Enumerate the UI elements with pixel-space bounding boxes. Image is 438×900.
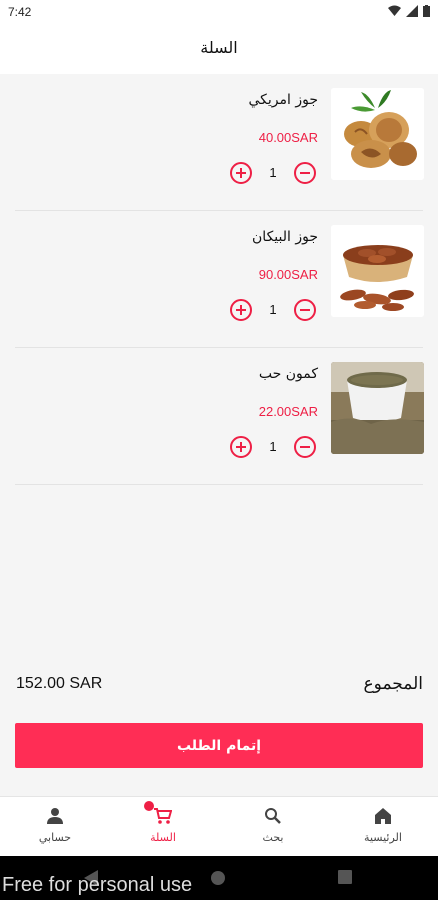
bottom-navigation: حسابي السلة بحث الرئيسية bbox=[0, 796, 438, 856]
status-icons bbox=[388, 5, 430, 17]
watermark-text: Free for personal use bbox=[2, 874, 193, 896]
increase-quantity-button[interactable] bbox=[230, 299, 252, 321]
walnuts-image bbox=[331, 88, 424, 180]
nav-label: بحث bbox=[262, 831, 284, 844]
nav-label: السلة bbox=[150, 831, 176, 844]
cart-icon bbox=[118, 801, 208, 829]
checkout-button[interactable]: إتمام الطلب bbox=[15, 723, 423, 768]
app-bar: السلة bbox=[0, 24, 438, 74]
decrease-quantity-button[interactable] bbox=[294, 162, 316, 184]
nav-item-cart[interactable]: السلة bbox=[118, 801, 208, 844]
cart-item: جوز امريكي 40.00SAR 1 bbox=[15, 74, 424, 211]
increase-quantity-button[interactable] bbox=[230, 436, 252, 458]
product-name: جوز البيكان bbox=[252, 229, 318, 245]
cart-badge bbox=[144, 801, 154, 811]
status-bar: 7:42 bbox=[0, 0, 438, 24]
cumin-seeds-image bbox=[331, 362, 424, 454]
nav-item-home[interactable]: الرئيسية bbox=[338, 807, 428, 844]
wifi-icon bbox=[388, 5, 401, 16]
quantity-stepper: 1 bbox=[230, 436, 316, 458]
product-price: 22.00SAR bbox=[258, 404, 318, 419]
product-name: جوز امريكي bbox=[248, 92, 318, 108]
nav-item-account[interactable]: حسابي bbox=[10, 807, 100, 844]
cart-total: 152.00 SAR المجموع bbox=[16, 672, 423, 700]
decrease-quantity-button[interactable] bbox=[294, 436, 316, 458]
product-price: 40.00SAR bbox=[258, 130, 318, 145]
nav-item-search[interactable]: بحث bbox=[228, 807, 318, 844]
home-circle-icon[interactable] bbox=[210, 870, 226, 886]
cart-list: جوز امريكي 40.00SAR 1 جوز البيكان 90.00S… bbox=[0, 74, 438, 485]
quantity-value: 1 bbox=[269, 439, 277, 454]
increase-quantity-button[interactable] bbox=[230, 162, 252, 184]
pecans-image bbox=[331, 225, 424, 317]
quantity-stepper: 1 bbox=[230, 299, 316, 321]
total-value: 152.00 SAR bbox=[16, 675, 103, 692]
person-icon bbox=[10, 807, 100, 829]
cart-item: كمون حب 22.00SAR 1 bbox=[15, 348, 424, 485]
cart-item: جوز البيكان 90.00SAR 1 bbox=[15, 211, 424, 348]
decrease-quantity-button[interactable] bbox=[294, 299, 316, 321]
signal-icon bbox=[406, 5, 418, 17]
nav-label: الرئيسية bbox=[364, 831, 402, 844]
nav-label: حسابي bbox=[38, 831, 72, 844]
quantity-stepper: 1 bbox=[230, 162, 316, 184]
product-price: 90.00SAR bbox=[258, 267, 318, 282]
search-icon bbox=[228, 807, 318, 829]
page-title: السلة bbox=[200, 38, 238, 57]
product-name: كمون حب bbox=[258, 366, 318, 382]
recents-icon[interactable] bbox=[338, 870, 352, 884]
home-icon bbox=[338, 807, 428, 829]
total-label: المجموع bbox=[363, 674, 423, 694]
quantity-value: 1 bbox=[269, 302, 277, 317]
status-time: 7:42 bbox=[8, 5, 32, 19]
quantity-value: 1 bbox=[269, 165, 277, 180]
battery-icon bbox=[423, 5, 430, 17]
